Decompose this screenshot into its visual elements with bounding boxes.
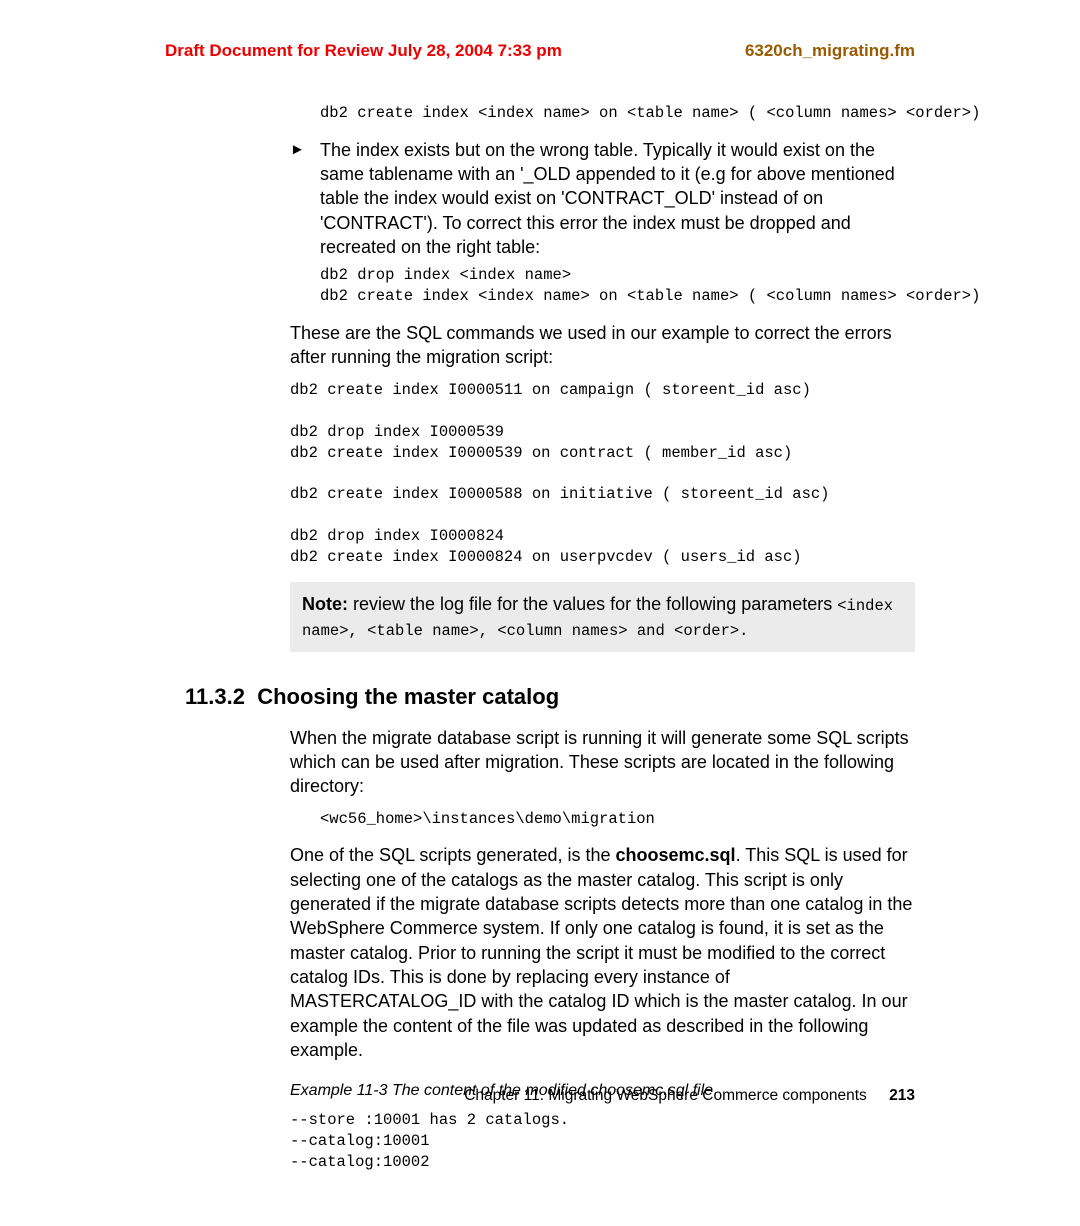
para-text-a: One of the SQL scripts generated, is the (290, 845, 616, 865)
para-migrate-scripts: When the migrate database script is runn… (290, 726, 915, 799)
page-content: Draft Document for Review July 28, 2004 … (0, 0, 1080, 1226)
code-create-index-1: db2 create index <index name> on <table … (320, 103, 915, 124)
bullet-text: The index exists but on the wrong table.… (320, 138, 915, 259)
note-label: Note: (302, 594, 348, 614)
section-number: 11.3.2 (185, 684, 245, 709)
code-drop-create: db2 drop index <index name> db2 create i… (320, 265, 915, 307)
para-text-b: . This SQL is used for selecting one of … (290, 845, 912, 1059)
code-directory: <wc56_home>\instances\demo\migration (320, 809, 915, 830)
fm-filename: 6320ch_migrating.fm (745, 40, 915, 63)
section-title: Choosing the master catalog (257, 684, 559, 709)
bullet-wrong-table: ► The index exists but on the wrong tabl… (290, 138, 915, 259)
note-text: review the log file for the values for t… (348, 594, 837, 614)
para-choosemc: One of the SQL scripts generated, is the… (290, 843, 915, 1062)
code-example-sql: db2 create index I0000511 on campaign ( … (290, 380, 915, 568)
para-sql-commands: These are the SQL commands we used in ou… (290, 321, 915, 370)
section-heading: 11.3.2 Choosing the master catalog (185, 682, 915, 712)
page-number: 213 (889, 1087, 915, 1104)
choosemc-filename: choosemc.sql (616, 845, 736, 865)
note-box: Note: review the log file for the values… (290, 582, 915, 652)
header-row: Draft Document for Review July 28, 2004 … (165, 40, 915, 63)
footer: Chapter 11. Migrating WebSphere Commerce… (464, 1086, 915, 1107)
draft-document-label: Draft Document for Review July 28, 2004 … (165, 40, 562, 63)
footer-chapter: Chapter 11. Migrating WebSphere Commerce… (464, 1087, 867, 1104)
bullet-icon: ► (290, 138, 320, 259)
code-choosemc-content: --store :10001 has 2 catalogs. --catalog… (290, 1110, 915, 1173)
